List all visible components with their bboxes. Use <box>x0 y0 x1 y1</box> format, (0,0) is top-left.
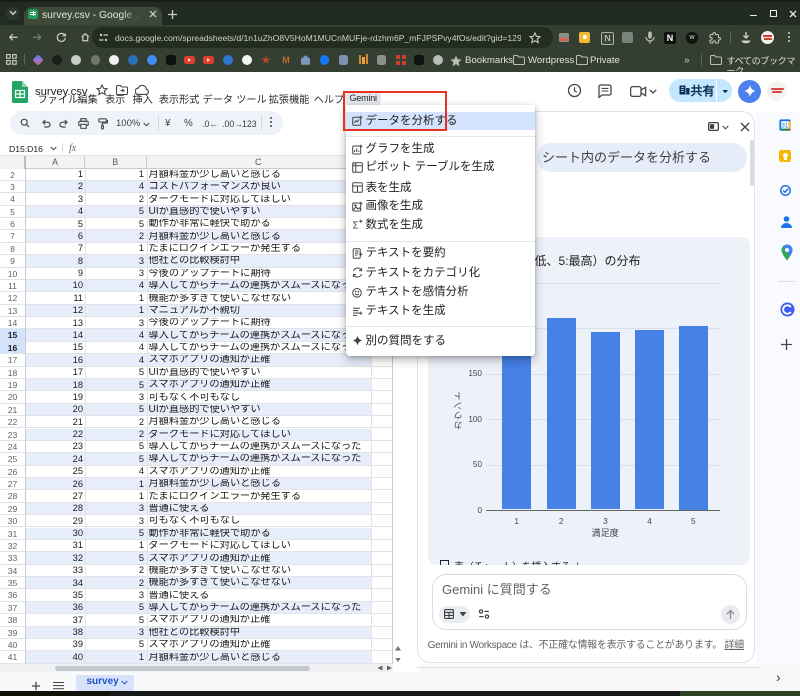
svg-text:1: 1 <box>353 162 355 166</box>
svg-text:Σ: Σ <box>353 221 359 231</box>
svg-text:31: 31 <box>781 123 788 129</box>
